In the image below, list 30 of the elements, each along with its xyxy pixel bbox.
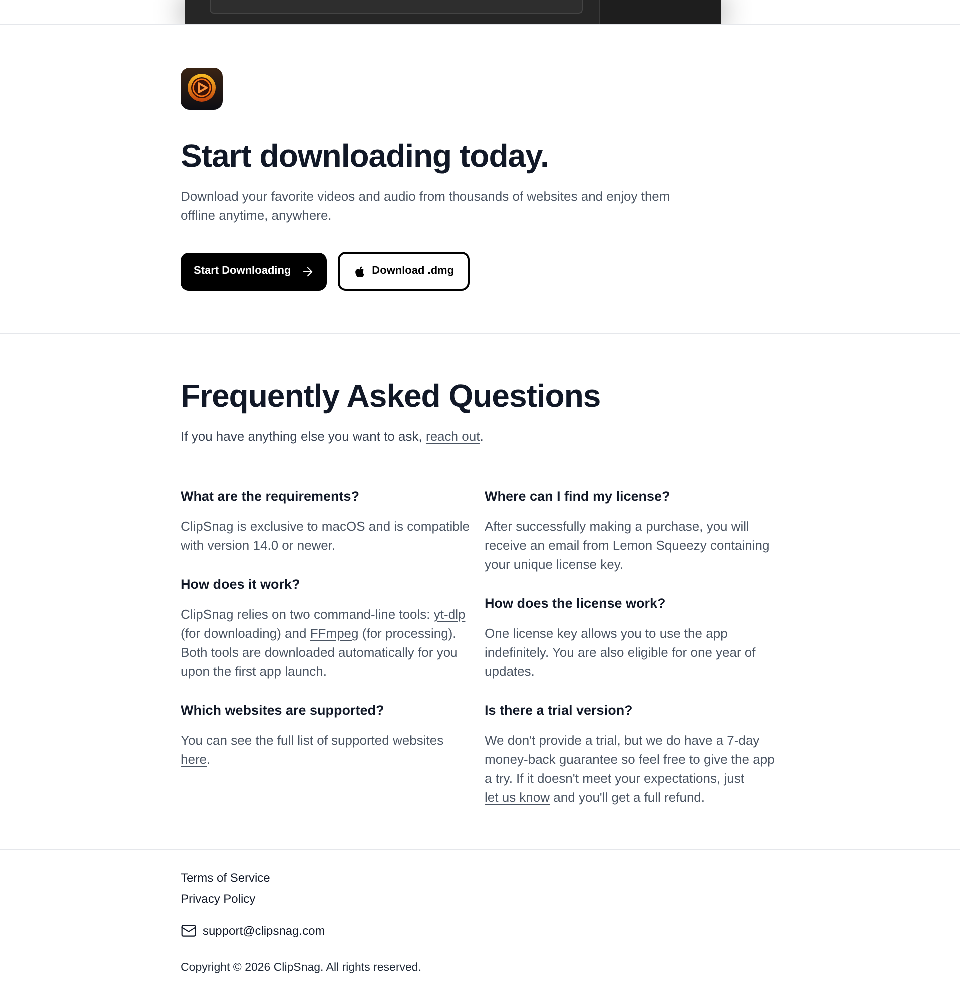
text-link[interactable]: here xyxy=(181,752,208,767)
faq-answer: After successfully making a purchase, you will receive an email from Lemon Squeezy containing your unique license key. xyxy=(485,518,771,574)
email-link[interactable]: support@clipsnag.com xyxy=(203,921,326,941)
faq-answer: ClipSnag relies on two command-line tools: yt-dlp (for downloading) and FFmpeg (for processing). Both tools are downloaded automatically for you upon the first app launch. xyxy=(181,606,467,681)
mail-icon xyxy=(181,923,197,939)
text-link[interactable]: yt-dlp xyxy=(434,607,466,622)
faq-question: How does the license work? xyxy=(485,595,667,613)
faq-intro: If you have anything else you want to ask, reach out. xyxy=(181,428,485,446)
text-link[interactable]: let us know xyxy=(485,790,550,805)
hero-description: Download your favorite videos and audio from thousands of websites and enjoy them offline anytime, anywhere. xyxy=(181,188,672,225)
text-link[interactable]: FFmpeg xyxy=(310,626,359,641)
download-dmg-button[interactable]: Download .dmg xyxy=(338,252,470,291)
faq-answer: We don't provide a trial, but we do have a 7-day money-back guarantee so feel free to give the app a try. If it doesn't meet your expectations, just let us know and you'll get a full refund. xyxy=(485,732,776,807)
faq-answer: You can see the full list of supported websites here. xyxy=(181,732,445,769)
faq-question: How does it work? xyxy=(181,576,302,594)
faq-answer: ClipSnag is exclusive to macOS and is compatible with version 14.0 or newer. xyxy=(181,518,472,555)
faq-question: Which websites are supported? xyxy=(181,702,386,720)
faq-question: Where can I find my license? xyxy=(485,488,672,506)
faq-question: Is there a trial version? xyxy=(485,702,634,720)
apple-icon xyxy=(354,266,366,278)
copyright-text: Copyright © 2026 ClipSnag. All rights reserved. xyxy=(181,961,422,976)
text-link[interactable]: reach out xyxy=(426,429,480,444)
app-logo-icon xyxy=(181,68,223,110)
footer-link[interactable]: Privacy Policy xyxy=(181,889,256,910)
footer-link[interactable]: Terms of Service xyxy=(181,868,270,889)
faq-answer: One license key allows you to use the app indefinitely. You are also eligible for one year of updates. xyxy=(485,625,757,681)
faq-title: Frequently Asked Questions xyxy=(181,377,602,415)
faq-question: What are the requirements? xyxy=(181,488,361,506)
hero-title: Start downloading today. xyxy=(181,137,550,176)
start-downloading-button[interactable]: Start Downloading xyxy=(181,252,328,290)
